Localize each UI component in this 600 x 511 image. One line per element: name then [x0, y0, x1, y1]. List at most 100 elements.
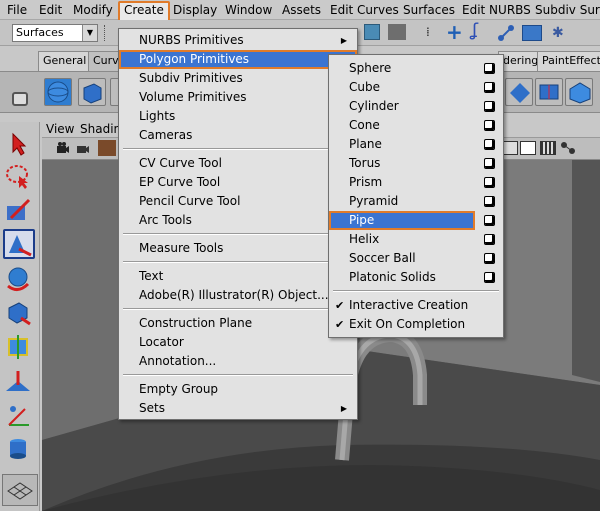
option-box-icon[interactable] [484, 234, 495, 245]
menu-item-arc-tools[interactable]: Arc Tools▶ [119, 211, 357, 230]
menu-item-construction-plane[interactable]: Construction Plane [119, 314, 357, 333]
menu-item-measure-tools[interactable]: Measure Tools▶ [119, 239, 357, 258]
menu-item-illustrator-object[interactable]: Adobe(R) Illustrator(R) Object... [119, 286, 357, 305]
ik-handle-icon[interactable]: ʆ [472, 22, 490, 41]
soft-modification-icon[interactable] [3, 367, 35, 397]
move-tool-icon[interactable] [3, 229, 35, 259]
lights-icon[interactable] [560, 141, 576, 155]
menu-item-locator[interactable]: Locator [119, 333, 357, 352]
menu-edit-nurbs[interactable]: Edit NURBS [458, 2, 535, 19]
menu-item-exit-on-completion[interactable]: ✔ Exit On Completion [329, 315, 503, 334]
option-box-icon[interactable] [484, 139, 495, 150]
menu-item-label: Pencil Curve Tool [139, 194, 241, 208]
camera-attributes-icon[interactable] [76, 141, 90, 155]
menu-modify[interactable]: Modify [69, 2, 117, 19]
menu-item-label: Platonic Solids [349, 270, 436, 284]
render-shelf-icon[interactable] [505, 78, 533, 106]
menu-item-ep-curve-tool[interactable]: EP Curve Tool [119, 173, 357, 192]
option-box-icon[interactable] [484, 215, 495, 226]
menu-create[interactable]: Create [118, 1, 170, 22]
menu-item-nurbs-primitives[interactable]: NURBS Primitives ▶ [119, 31, 357, 50]
viewport-menu-shading[interactable]: Shadin [80, 121, 121, 137]
option-box-icon[interactable] [484, 63, 495, 74]
lasso-tool-icon[interactable] [3, 162, 35, 192]
menu-edit-curves[interactable]: Edit Curves [326, 2, 403, 19]
snapshot-icon[interactable] [388, 24, 406, 40]
texture-icon[interactable] [540, 141, 556, 155]
checkmark-icon: ✔ [335, 299, 345, 312]
menu-assets[interactable]: Assets [278, 2, 325, 19]
scale-tool-icon[interactable] [3, 298, 35, 328]
option-box-icon[interactable] [484, 196, 495, 207]
menu-item-annotation[interactable]: Annotation... [119, 352, 357, 371]
plus-icon[interactable]: + [446, 22, 464, 42]
universal-manipulator-icon[interactable] [3, 333, 35, 363]
menu-item-pencil-curve-tool[interactable]: Pencil Curve Tool [119, 192, 357, 211]
bookmark-icon[interactable] [98, 140, 116, 156]
shelf-menu-icon[interactable] [12, 92, 28, 106]
polygon-primitives-submenu: Sphere Cube Cylinder Cone Plane Torus Pr… [328, 54, 504, 338]
select-tool-icon[interactable] [3, 130, 35, 160]
menu-item-torus[interactable]: Torus [329, 154, 503, 173]
menu-item-sphere[interactable]: Sphere [329, 59, 503, 78]
menu-file[interactable]: File [3, 2, 31, 19]
menu-item-cv-curve-tool[interactable]: CV Curve Tool [119, 154, 357, 173]
menu-item-empty-group[interactable]: Empty Group [119, 380, 357, 399]
menu-item-cameras[interactable]: Cameras▶ [119, 126, 357, 145]
rotate-tool-icon[interactable] [3, 264, 35, 294]
menu-item-volume-primitives[interactable]: Volume Primitives▶ [119, 88, 357, 107]
shading-shelf-icon[interactable] [565, 78, 593, 106]
option-box-icon[interactable] [484, 120, 495, 131]
camera-icon[interactable] [56, 141, 70, 155]
menu-window[interactable]: Window [221, 2, 276, 19]
show-manipulator-icon[interactable] [3, 401, 35, 431]
nurbs-cube-icon[interactable] [78, 78, 106, 106]
option-box-icon[interactable] [484, 177, 495, 188]
wireframe-icon[interactable] [502, 141, 518, 155]
nurbs-sphere-icon[interactable] [44, 78, 72, 106]
menu-item-soccer-ball[interactable]: Soccer Ball [329, 249, 503, 268]
menu-item-cylinder[interactable]: Cylinder [329, 97, 503, 116]
menu-subdiv-surfaces[interactable]: Subdiv Surfa [531, 2, 600, 19]
menu-item-pipe[interactable]: Pipe [329, 211, 473, 230]
grid-toggle-icon[interactable]: ⁞ [426, 24, 438, 40]
menu-item-cone[interactable]: Cone [329, 116, 503, 135]
shaded-icon[interactable] [520, 141, 536, 155]
paint-effects-icon[interactable]: ✱ [552, 24, 572, 42]
main-menubar: File Edit Modify Create Display Window A… [0, 0, 600, 22]
menu-surfaces[interactable]: Surfaces [399, 2, 459, 19]
last-tool-icon[interactable] [3, 434, 35, 464]
menu-item-subdiv-primitives[interactable]: Subdiv Primitives▶ [119, 69, 357, 88]
option-box-icon[interactable] [484, 101, 495, 112]
menu-item-plane[interactable]: Plane [329, 135, 503, 154]
menu-item-cube[interactable]: Cube [329, 78, 503, 97]
option-box-icon[interactable] [484, 158, 495, 169]
menu-item-polygon-primitives[interactable]: Polygon Primitives▶ [119, 50, 357, 69]
render-icon[interactable] [364, 24, 380, 40]
menu-divider [333, 290, 499, 292]
menu-item-text[interactable]: Text [119, 267, 357, 286]
menu-display[interactable]: Display [169, 2, 221, 19]
plane-icon[interactable] [522, 25, 542, 41]
menu-set-dropdown[interactable]: Surfaces ▼ [12, 24, 98, 42]
viewport-menu-view[interactable]: View [46, 121, 74, 137]
chevron-down-icon[interactable]: ▼ [82, 25, 97, 41]
menu-item-sets[interactable]: Sets ▶ [119, 399, 357, 418]
menu-item-platonic-solids[interactable]: Platonic Solids [329, 268, 503, 287]
menu-item-helix[interactable]: Helix [329, 230, 503, 249]
shelf-tab-painteffects[interactable]: PaintEffects [537, 51, 600, 71]
joint-tool-icon[interactable] [497, 24, 515, 42]
menu-item-prism[interactable]: Prism [329, 173, 503, 192]
menu-edit[interactable]: Edit [35, 2, 66, 19]
shelf-tab-general[interactable]: General [38, 51, 92, 71]
layout-toggle-icon[interactable] [2, 474, 38, 506]
option-box-icon[interactable] [484, 82, 495, 93]
menu-item-lights[interactable]: Lights▶ [119, 107, 357, 126]
menu-item-interactive-creation[interactable]: ✔ Interactive Creation [329, 296, 503, 315]
option-box-icon[interactable] [484, 272, 495, 283]
surface-shelf-icon[interactable] [535, 78, 563, 106]
option-box-icon[interactable] [484, 253, 495, 264]
menu-item-label: Subdiv Primitives [139, 71, 243, 85]
menu-item-pyramid[interactable]: Pyramid [329, 192, 503, 211]
paint-select-tool-icon[interactable] [3, 196, 35, 226]
